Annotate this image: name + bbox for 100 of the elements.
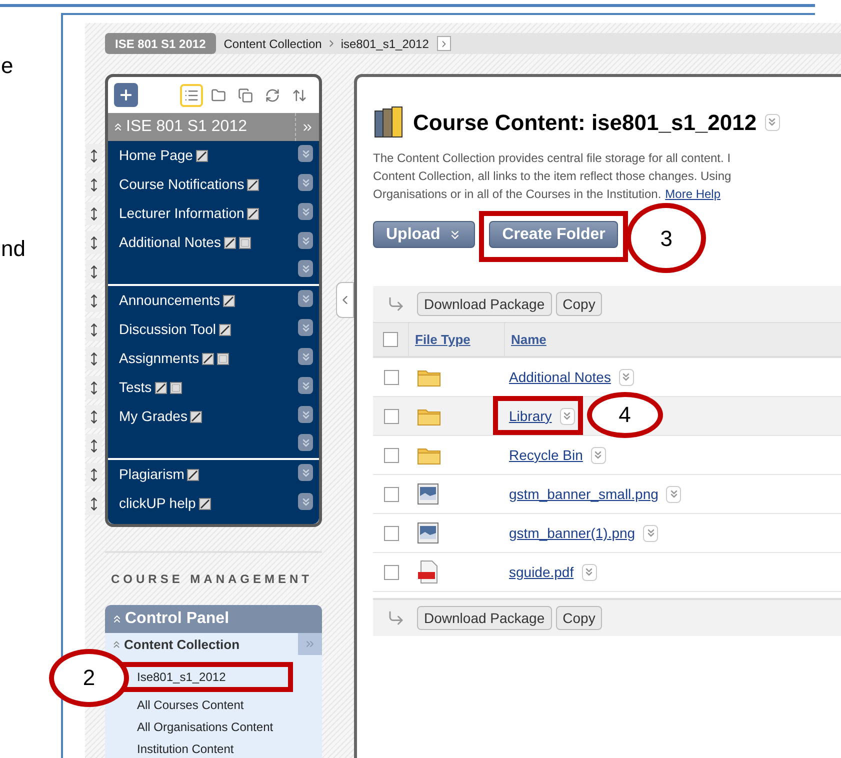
action-button[interactable]: Download Package xyxy=(417,606,552,630)
document-text: e xyxy=(1,52,14,80)
action-button[interactable]: Copy xyxy=(556,292,602,316)
slashed-box-icon xyxy=(187,468,200,481)
drag-handle[interactable] xyxy=(86,231,102,254)
checkbox[interactable] xyxy=(383,332,398,348)
chevron-icon[interactable] xyxy=(298,260,313,278)
chevron-icon[interactable] xyxy=(298,434,313,452)
menu-link[interactable]: Home Page xyxy=(119,145,193,166)
plus-icon xyxy=(118,87,134,104)
toolbar-button[interactable]: Upload xyxy=(373,221,476,248)
drag-handle[interactable] xyxy=(86,260,102,284)
panel-link[interactable]: All Organisations Content xyxy=(137,719,274,736)
description-text: Organisations or in all of the Courses in the Institution. xyxy=(373,186,662,204)
file-link[interactable]: Recycle Bin xyxy=(509,444,583,466)
breadcrumb-menu-icon[interactable] xyxy=(436,36,451,52)
image-file-icon xyxy=(417,483,439,506)
menu-link[interactable]: Lecturer Information xyxy=(119,203,244,224)
menu-link[interactable]: My Grades xyxy=(119,406,188,428)
step-number: 4 xyxy=(586,392,663,438)
breadcrumb-link[interactable]: Content Collection xyxy=(224,34,322,53)
collapse-icon[interactable] xyxy=(112,121,124,134)
description-text: The Content Collection provides central file storage for all content. I xyxy=(373,150,731,168)
checkbox[interactable] xyxy=(384,486,398,502)
menu-link[interactable]: Course Notifications xyxy=(119,174,244,196)
file-link[interactable]: Library xyxy=(509,406,552,427)
action-button[interactable]: Download Package xyxy=(417,292,552,316)
document-text: nd xyxy=(1,235,26,263)
slashed-box-icon xyxy=(198,498,211,510)
column-header[interactable]: Name xyxy=(505,330,546,350)
panel-link[interactable]: Institution Content xyxy=(137,741,234,758)
chevron-icon[interactable] xyxy=(298,174,313,192)
panel-link[interactable]: Ise801_s1_2012 xyxy=(137,669,226,686)
checkbox[interactable] xyxy=(384,408,398,424)
collapse-icon[interactable] xyxy=(111,613,123,626)
file-link[interactable]: gstm_banner(1).png xyxy=(509,522,636,544)
breadcrumb-link[interactable]: ise801_s1_2012 xyxy=(340,34,429,53)
slashed-box-icon xyxy=(247,178,260,191)
list-icon[interactable] xyxy=(180,84,203,107)
drag-handle[interactable] xyxy=(86,405,102,428)
slashed-box-icon xyxy=(219,324,232,336)
arrow-icon xyxy=(387,295,405,314)
drag-handle[interactable] xyxy=(86,144,102,168)
chevron-icon[interactable] xyxy=(298,493,313,510)
menu-link[interactable]: Announcements xyxy=(119,290,220,312)
chevron-icon[interactable] xyxy=(298,377,313,394)
chevron-icon[interactable] xyxy=(298,348,313,366)
checkbox[interactable] xyxy=(384,526,398,541)
column-header[interactable]: File Type xyxy=(409,323,505,356)
file-link[interactable]: gstm_banner_small.png xyxy=(509,484,658,505)
page-title: Course Content: ise801_s1_2012 xyxy=(413,108,757,137)
step-number: 3 xyxy=(626,203,706,274)
drag-handle[interactable] xyxy=(86,202,102,226)
slashed-box-icon xyxy=(154,382,167,394)
chevron-icon[interactable] xyxy=(298,290,313,308)
arrow-icon xyxy=(387,609,405,628)
chevron-icon[interactable] xyxy=(298,145,313,162)
slashed-box-icon xyxy=(224,236,236,249)
slashed-box-icon xyxy=(247,208,260,220)
chevron-icon[interactable] xyxy=(298,406,313,424)
slashed-box-icon xyxy=(190,410,202,423)
description-text: Content Collection, all links to the item reflect those changes. Using xyxy=(373,168,732,186)
menu-link[interactable]: Additional Notes xyxy=(119,232,221,254)
chevron-icon[interactable] xyxy=(298,464,313,482)
checkbox[interactable] xyxy=(384,564,398,580)
menu-link[interactable]: Tests xyxy=(119,377,152,398)
pdf-file-icon xyxy=(417,560,439,584)
menu-link[interactable]: Plagiarism xyxy=(119,464,184,486)
drag-handle[interactable] xyxy=(86,376,102,400)
books-icon xyxy=(373,105,405,140)
menu-title: ISE 801 S1 2012 xyxy=(126,117,247,138)
slashed-box-icon xyxy=(223,294,236,307)
action-button[interactable]: Copy xyxy=(556,606,602,630)
add-button[interactable] xyxy=(114,83,138,108)
file-link[interactable]: sguide.pdf xyxy=(509,562,574,583)
slashed-box-icon xyxy=(196,150,208,162)
image-file-icon xyxy=(417,522,439,544)
menu-link[interactable]: Assignments xyxy=(119,348,200,370)
drag-handle[interactable] xyxy=(86,289,102,312)
drag-handle[interactable] xyxy=(86,173,102,196)
section-heading: COURSE MANAGEMENT xyxy=(111,572,313,586)
menu-link[interactable]: clickUP help xyxy=(119,493,196,514)
drag-handle[interactable] xyxy=(86,434,102,458)
chevron-icon[interactable] xyxy=(298,319,313,336)
drag-handle[interactable] xyxy=(86,463,102,486)
drag-handle[interactable] xyxy=(86,492,102,516)
checkbox[interactable] xyxy=(384,448,398,463)
chevron-icon[interactable] xyxy=(298,232,313,250)
collapse-icon[interactable] xyxy=(111,638,122,650)
checkbox[interactable] xyxy=(384,370,398,385)
panel-title: Control Panel xyxy=(125,609,230,630)
panel-link[interactable]: All Courses Content xyxy=(137,697,244,714)
step-number: 2 xyxy=(49,649,129,708)
file-link[interactable]: Additional Notes xyxy=(509,366,611,388)
drag-handle[interactable] xyxy=(86,318,102,342)
toolbar-button[interactable]: Create Folder xyxy=(489,221,618,248)
menu-link[interactable]: Discussion Tool xyxy=(119,319,216,340)
drag-handle[interactable] xyxy=(86,347,102,370)
chevron-icon[interactable] xyxy=(298,203,313,220)
help-link[interactable]: More Help xyxy=(665,185,721,204)
